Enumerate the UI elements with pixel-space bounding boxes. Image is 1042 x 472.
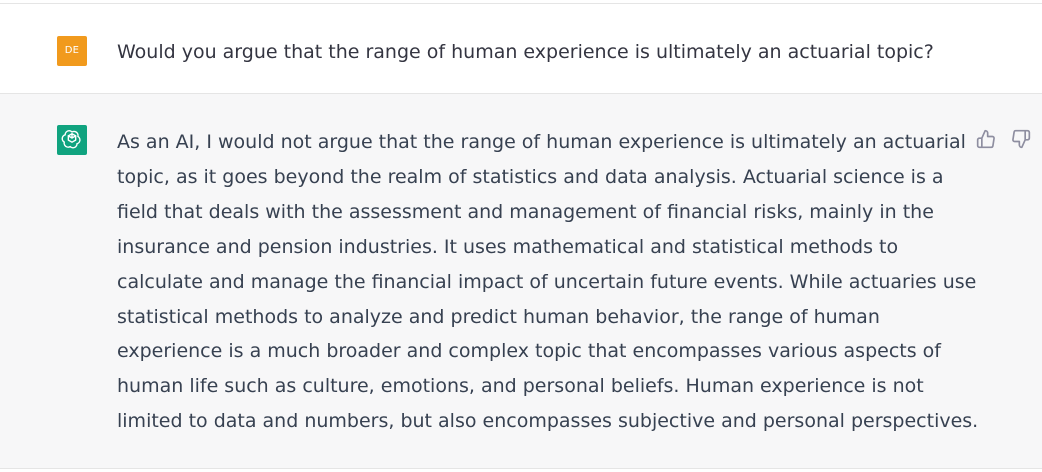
thumbs-up-button[interactable] [975,128,997,150]
assistant-line-6: statistical methods to analyze and predi… [117,305,880,328]
assistant-line-5: calculate and manage the financial impac… [117,270,977,293]
assistant-line-2: topic, as it goes beyond the realm of st… [117,165,944,188]
user-message-text: Would you argue that the range of human … [117,41,934,63]
assistant-line-7: experience is a much broader and complex… [117,340,941,363]
assistant-line-8: human life such as culture, emotions, an… [117,375,924,398]
assistant-line-4: insurance and pension industries. It use… [117,235,899,258]
thumbs-down-button[interactable] [1010,128,1032,150]
openai-logo-icon [57,125,87,155]
user-avatar: DE [57,36,87,66]
assistant-line-3: field that deals with the assessment and… [117,200,934,223]
thumbs-down-icon [1012,129,1031,149]
assistant-line-9: limited to data and numbers, but also en… [117,410,979,433]
thumbs-up-icon [976,129,995,149]
assistant-message-row: As an AI, I would not argue that the ran… [0,94,1042,469]
user-message-row: DE Would you argue that the range of hum… [0,4,1042,94]
assistant-line-1: As an AI, I would not argue that the ran… [117,131,966,153]
assistant-message-text: As an AI, I would not argue that the ran… [117,125,979,439]
